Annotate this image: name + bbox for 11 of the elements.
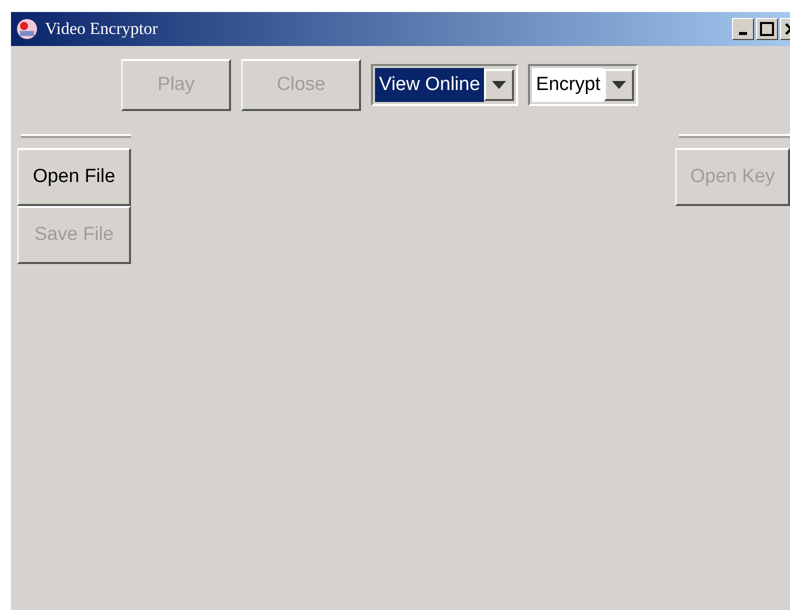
window-title: Video Encryptor <box>45 18 158 40</box>
minimize-icon <box>739 32 747 34</box>
maximize-icon <box>760 22 774 36</box>
dropdown[interactable]: View Online <box>371 64 518 106</box>
toolbar-button[interactable]: Open File <box>17 148 131 206</box>
maximize-button[interactable] <box>756 18 778 40</box>
app-icon <box>15 17 39 41</box>
dropdown-arrow-icon <box>612 81 626 89</box>
dropdown[interactable]: Encrypt <box>528 64 638 106</box>
dropdown-arrow-icon <box>492 81 506 89</box>
minimize-button[interactable] <box>732 18 754 40</box>
